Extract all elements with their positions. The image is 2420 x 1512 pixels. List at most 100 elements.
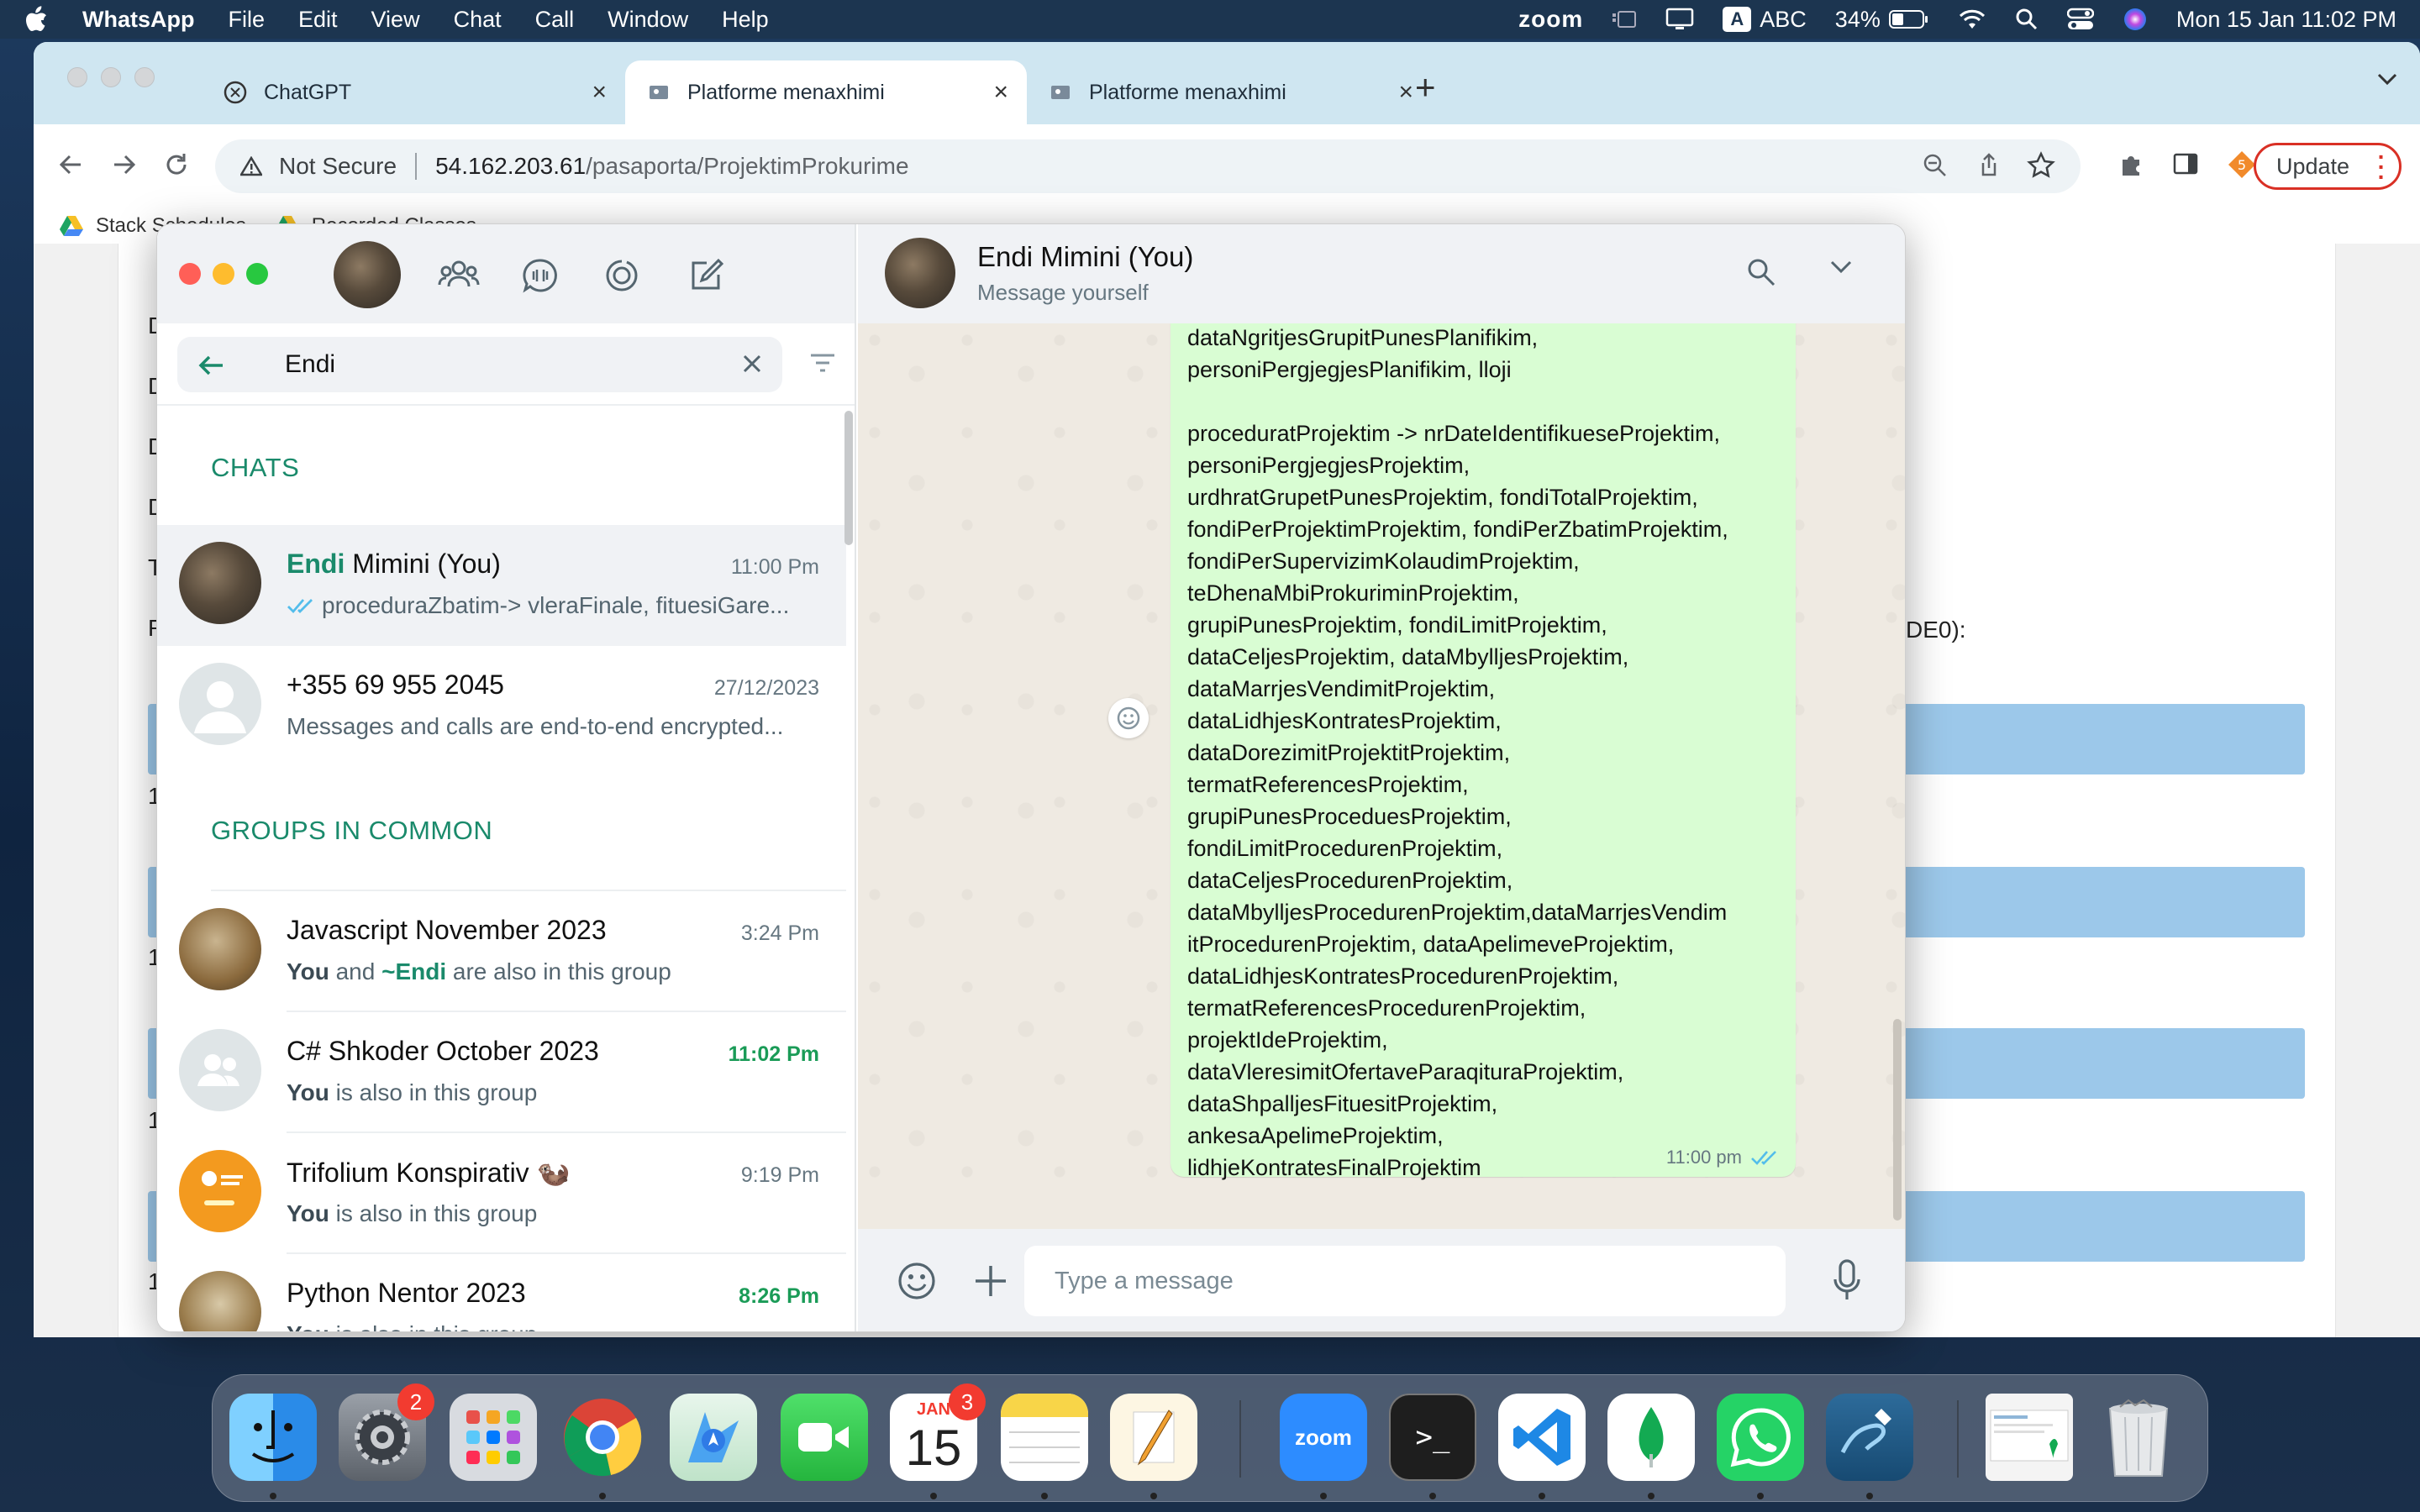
finder-icon[interactable] xyxy=(229,1394,317,1481)
menu-window[interactable]: Window xyxy=(608,7,688,33)
whatsapp-icon[interactable] xyxy=(1717,1394,1804,1481)
share-icon[interactable] xyxy=(1975,151,2003,180)
mysql-workbench-icon[interactable] xyxy=(1826,1394,1913,1481)
app-name[interactable]: WhatsApp xyxy=(82,7,194,33)
maps-icon[interactable] xyxy=(670,1394,757,1481)
tab-platforme[interactable]: Platforme menaxhimi × xyxy=(1027,60,1432,124)
avatar xyxy=(179,542,261,624)
trash-icon[interactable] xyxy=(2095,1394,2182,1481)
update-button[interactable]: Update · · · xyxy=(2254,143,2402,190)
conversation-title[interactable]: Endi Mimini (You) xyxy=(977,241,1193,273)
chrome-icon[interactable] xyxy=(559,1394,646,1481)
running-indicator xyxy=(1150,1493,1157,1499)
calendar-day: 15 xyxy=(905,1420,962,1476)
conversation-scrollbar[interactable] xyxy=(1893,1019,1902,1221)
conversation-header[interactable]: Endi Mimini (You) Message yourself xyxy=(858,224,1905,323)
channels-icon[interactable] xyxy=(522,258,559,293)
new-tab-button[interactable]: + xyxy=(1415,67,1436,108)
siri-icon[interactable] xyxy=(2123,7,2148,32)
zoom-window-button[interactable] xyxy=(246,263,268,285)
spotlight-search-icon[interactable] xyxy=(2015,8,2039,31)
clear-search-icon[interactable] xyxy=(740,352,764,375)
group-row-csharp[interactable]: C# Shkoder October 2023 11:02 Pm You is … xyxy=(157,1012,846,1133)
group-time: 3:24 Pm xyxy=(740,921,819,945)
tab-search-chevron-icon[interactable] xyxy=(2376,72,2398,86)
search-box[interactable] xyxy=(177,337,782,392)
subtitle-endi: ~Endi xyxy=(381,958,447,984)
menu-view[interactable]: View xyxy=(371,7,420,33)
security-status[interactable]: Not Secure xyxy=(279,153,397,180)
notes-icon[interactable] xyxy=(1001,1394,1088,1481)
close-tab-icon[interactable]: × xyxy=(993,78,1008,107)
microphone-icon[interactable] xyxy=(1833,1259,1861,1303)
control-center-icon[interactable] xyxy=(2066,8,2094,31)
fullscreen-window-button[interactable] xyxy=(134,67,155,87)
apple-menu-icon[interactable] xyxy=(24,5,54,34)
conversation-subtitle: Message yourself xyxy=(977,280,1149,305)
reload-icon[interactable] xyxy=(161,150,195,183)
extensions-puzzle-icon[interactable] xyxy=(2118,150,2146,178)
clock[interactable]: Mon 15 Jan 11:02 PM xyxy=(2176,7,2396,33)
message-input[interactable] xyxy=(1024,1246,1786,1316)
chat-row-phone[interactable]: +355 69 955 2045 27/12/2023 Messages and… xyxy=(157,646,846,767)
back-arrow-icon[interactable] xyxy=(196,350,226,381)
reaction-emoji-icon[interactable] xyxy=(1108,698,1149,738)
menu-edit[interactable]: Edit xyxy=(298,7,338,33)
menu-chat[interactable]: Chat xyxy=(454,7,502,33)
back-arrow-icon[interactable] xyxy=(55,150,89,183)
zoom-out-icon[interactable] xyxy=(1921,151,1949,180)
group-row-trifolium[interactable]: Trifolium Konspirativ 🦦 9:19 Pm You is a… xyxy=(157,1133,846,1254)
close-window-button[interactable] xyxy=(67,67,87,87)
group-row-javascript[interactable]: Javascript November 2023 3:24 Pm You and… xyxy=(157,891,846,1012)
close-tab-icon[interactable]: × xyxy=(1398,78,1413,107)
contact-avatar[interactable] xyxy=(885,238,955,308)
warning-triangle-icon[interactable] xyxy=(240,156,262,176)
status-icon[interactable] xyxy=(604,258,639,293)
wifi-icon[interactable] xyxy=(1958,8,1986,30)
address-bar[interactable]: Not Secure 54.162.203.61 /pasaporta/Proj… xyxy=(215,139,2081,193)
minimize-window-button[interactable] xyxy=(101,67,121,87)
side-panel-icon[interactable] xyxy=(2171,150,2200,178)
battery-status[interactable]: 34% xyxy=(1835,7,1929,33)
minimize-window-button[interactable] xyxy=(213,263,234,285)
chat-list-scrollbar[interactable] xyxy=(844,411,853,545)
message-bubble-outgoing[interactable]: dataNgritjesGrupitPunesPlanifikim, perso… xyxy=(1171,323,1796,1180)
forward-arrow-icon[interactable] xyxy=(109,150,143,183)
search-icon[interactable] xyxy=(1745,256,1777,288)
tab-platforme-active[interactable]: Platforme menaxhimi × xyxy=(625,60,1027,124)
extension-badge-icon[interactable]: 5 xyxy=(2227,150,2257,180)
group-row-python[interactable]: Python Nentor 2023 8:26 Pm You is also i… xyxy=(157,1254,846,1331)
bookmark-star-icon[interactable] xyxy=(2027,151,2055,180)
menu-help[interactable]: Help xyxy=(722,7,769,33)
close-tab-icon[interactable]: × xyxy=(592,78,607,107)
close-window-button[interactable] xyxy=(179,263,201,285)
downloads-stack-icon[interactable] xyxy=(1986,1394,2073,1481)
new-chat-icon[interactable] xyxy=(688,258,723,293)
launchpad-icon[interactable] xyxy=(450,1394,537,1481)
terminal-icon[interactable]: >_ xyxy=(1389,1394,1476,1481)
keyboard-input-menu[interactable]: A ABC xyxy=(1723,7,1807,33)
display-icon[interactable] xyxy=(1665,8,1694,31)
attach-plus-icon[interactable] xyxy=(972,1263,1009,1299)
svg-text:5: 5 xyxy=(2238,157,2246,173)
running-indicator xyxy=(1320,1493,1327,1499)
communities-icon[interactable] xyxy=(438,258,480,291)
emoji-icon[interactable] xyxy=(897,1261,937,1301)
stage-manager-icon[interactable] xyxy=(1612,9,1637,29)
menu-call[interactable]: Call xyxy=(535,7,575,33)
tab-chatgpt[interactable]: ChatGPT × xyxy=(202,60,625,124)
chat-row-self[interactable]: Endi Mimini (You) 11:00 Pm proceduraZbat… xyxy=(157,525,846,646)
my-profile-avatar[interactable] xyxy=(334,241,401,308)
chevron-down-icon[interactable] xyxy=(1829,260,1853,275)
facetime-icon[interactable] xyxy=(781,1394,868,1481)
mongodb-compass-icon[interactable] xyxy=(1607,1394,1695,1481)
terminal-prompt: >_ xyxy=(1415,1420,1450,1454)
more-vert-icon[interactable]: · · · xyxy=(2378,145,2386,189)
zoom-app-icon[interactable]: zoom xyxy=(1280,1394,1367,1481)
vscode-icon[interactable] xyxy=(1498,1394,1586,1481)
zoom-status-icon[interactable]: zoom xyxy=(1518,6,1583,33)
search-input[interactable] xyxy=(285,337,722,392)
menu-file[interactable]: File xyxy=(228,7,265,33)
textedit-icon[interactable] xyxy=(1110,1394,1197,1481)
filter-icon[interactable] xyxy=(809,352,836,374)
